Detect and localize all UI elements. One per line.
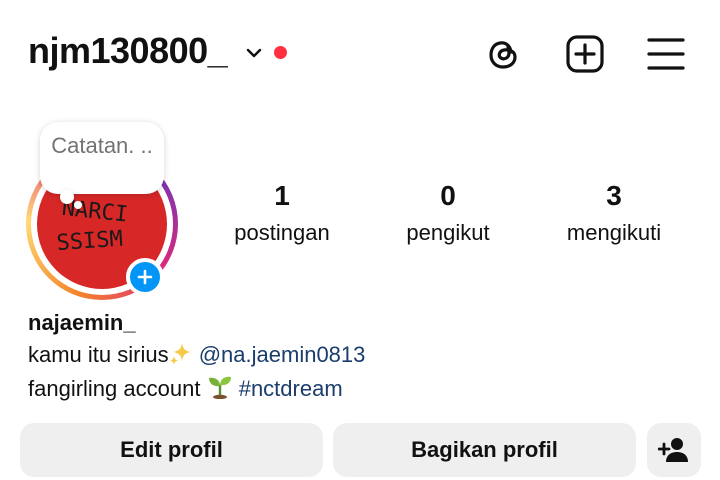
posts-count: 1 (274, 180, 290, 211)
share-profile-button[interactable]: Bagikan profil (333, 423, 636, 477)
username: njm130800_ (28, 30, 228, 71)
note-bubble[interactable]: Catatan. .. (40, 122, 164, 194)
following-label: mengikuti (566, 220, 662, 245)
following-count: 3 (606, 180, 622, 211)
bio-line-2: fangirling account #nctdream (28, 373, 343, 404)
bio-text-2: fangirling account (28, 376, 201, 401)
bio-text-1: kamu itu sirius (28, 342, 169, 367)
add-story-button[interactable] (126, 258, 164, 296)
display-name: najaemin_ (28, 310, 136, 335)
threads-icon[interactable] (484, 34, 524, 74)
followers-count: 0 (440, 180, 456, 211)
stat-following[interactable]: 3 mengikuti (539, 178, 689, 248)
stat-posts[interactable]: 1 postingan (207, 178, 357, 248)
avatar-text-line2: SSISM (56, 227, 124, 257)
profile-header: njm130800_ (0, 0, 720, 104)
discover-people-button[interactable] (647, 423, 701, 477)
note-text: Catatan. .. (51, 133, 153, 158)
add-person-icon (658, 438, 688, 462)
note-tail-large (60, 190, 74, 204)
followers-label: pengikut (406, 220, 490, 245)
posts-label: postingan (234, 220, 330, 245)
note-tail-small (74, 201, 82, 209)
mention-link[interactable]: @na.jaemin0813 (199, 342, 366, 367)
plus-icon (137, 269, 153, 285)
create-post-icon[interactable] (565, 34, 605, 74)
hashtag-link[interactable]: #nctdream (239, 376, 343, 401)
chevron-down-icon[interactable] (245, 44, 263, 62)
menu-icon[interactable] (646, 34, 686, 74)
seedling-icon (208, 376, 231, 399)
stat-followers[interactable]: 0 pengikut (373, 178, 523, 248)
edit-profile-button[interactable]: Edit profil (20, 423, 323, 477)
sparkles-icon (169, 343, 191, 365)
notification-dot (274, 46, 287, 59)
bio-line-1: kamu itu sirius @na.jaemin0813 (28, 340, 365, 370)
